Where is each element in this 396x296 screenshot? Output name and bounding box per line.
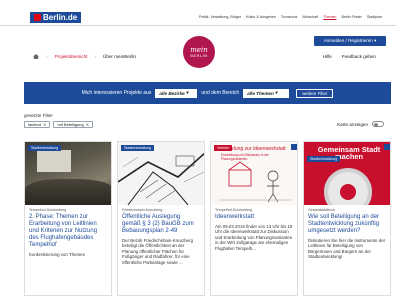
- project-description: Konkretisierung von Themen: [29, 252, 86, 257]
- topic-select-value: alle Themen: [247, 90, 274, 96]
- sketch-drawing: [219, 161, 291, 203]
- project-title[interactable]: 2. Phase: Themen zur Erarbeitung von Lei…: [29, 214, 107, 249]
- topnav-item[interactable]: Stadtplan: [367, 15, 382, 19]
- filter-tag[interactable]: laufend ✕: [24, 121, 51, 128]
- district-select[interactable]: alle Bezirke ▾: [155, 88, 198, 98]
- project-location: Tempelhof-Schöneberg: [215, 208, 253, 212]
- filter-intro-text: Mich interessieren Projekte aus: [81, 90, 152, 96]
- site-plan-drawing: [118, 152, 204, 205]
- project-card[interactable]: Verkehr Einladung zur Ideenwerkstatt Era…: [210, 141, 298, 296]
- category-badge: Stadtentwicklung: [307, 156, 341, 162]
- filter-tag-label: mit Beteiligung: [57, 122, 84, 127]
- filter-tag[interactable]: mit Beteiligung ✕: [53, 121, 94, 128]
- logo-text: Berlin.de: [43, 13, 78, 22]
- top-navigation: Politik, Verwaltung, Bürger Kultur & Aus…: [199, 15, 382, 19]
- project-location: Friedrichshain-Kreuzberg: [122, 208, 163, 212]
- help-link[interactable]: Hilfe: [323, 54, 332, 59]
- berlin-bear-icon: [34, 14, 41, 21]
- brand-city: BERLIN: [190, 53, 208, 58]
- active-filter-tags: laufend ✕ mit Beteiligung ✕: [24, 121, 94, 128]
- top-header: Berlin.de Politik, Verwaltung, Bürger Ku…: [0, 0, 396, 26]
- brand-script: mein: [190, 45, 208, 54]
- filter-tag-label: laufend: [28, 122, 42, 127]
- project-card-list: Stadtentwicklung Tempelhof-Schöneberg 2.…: [24, 141, 391, 296]
- project-title[interactable]: Öffentliche Auslegung gemäß § 3 (2) BauG…: [122, 214, 200, 235]
- project-filter-bar: Mich interessieren Projekte aus alle Bez…: [24, 82, 391, 104]
- gear-graphic: [324, 168, 372, 205]
- breadcrumb: › Projektübersicht › Über meinBerlin: [33, 54, 136, 59]
- feedback-link[interactable]: Feedback geben: [342, 54, 376, 59]
- topnav-item[interactable]: Wirtschaft: [302, 15, 318, 19]
- project-image: Gemeinsam Stadt machen Stadtentwicklung: [304, 142, 390, 205]
- more-filters-button[interactable]: weitere Filter: [296, 88, 334, 98]
- project-card[interactable]: Stadtentwicklung Tempelhof-Schöneberg 2.…: [24, 141, 112, 296]
- photo-screen: [37, 150, 71, 172]
- district-select-value: alle Bezirke: [159, 90, 185, 96]
- meinberlin-logo[interactable]: mein BERLIN: [183, 36, 215, 68]
- home-icon[interactable]: [33, 54, 39, 59]
- breadcrumb-separator: ›: [46, 54, 48, 59]
- berlin-logo[interactable]: Berlin.de: [30, 12, 82, 23]
- breadcrumb-separator: ›: [94, 54, 96, 59]
- category-badge: Stadtentwicklung: [121, 145, 155, 151]
- berlin-logo-box: Berlin.de: [30, 12, 82, 23]
- login-register-button[interactable]: Anmelden / Registrieren ▾: [314, 36, 386, 46]
- topnav-item-active[interactable]: Themen: [323, 15, 336, 19]
- breadcrumb-next[interactable]: Über meinBerlin: [103, 54, 136, 59]
- map-toggle-label: Karte anzeigen: [337, 121, 368, 127]
- project-description: Der Bezirk Friedrichshain-Kreuzberg bete…: [122, 238, 194, 265]
- filter-joiner-text: und dem Bereich: [201, 90, 240, 96]
- project-image: Verkehr Einladung zur Ideenwerkstatt Era…: [211, 142, 297, 205]
- project-description: Am 09.03.2019 findet von 13 Uhr bis 16 U…: [215, 224, 293, 251]
- topnav-item[interactable]: Kultur & Ausgehen: [246, 15, 276, 19]
- bookmark-icon: [291, 144, 297, 150]
- project-location: Tempelhof-Schöneberg: [29, 208, 67, 212]
- project-title[interactable]: Ideenwerkstatt: [215, 214, 293, 221]
- project-card[interactable]: Stadtentwicklung Friedrichshain-Kreuzber…: [117, 141, 205, 296]
- close-icon[interactable]: ✕: [43, 122, 46, 127]
- photo-audience: [25, 179, 111, 205]
- bookmark-icon: [384, 144, 390, 150]
- map-toggle[interactable]: Karte anzeigen: [337, 121, 384, 127]
- topnav-item[interactable]: Politik, Verwaltung, Bürger: [199, 15, 241, 19]
- topic-select[interactable]: alle Themen ▾: [243, 88, 290, 98]
- close-icon[interactable]: ✕: [86, 122, 89, 127]
- breadcrumb-current[interactable]: Projektübersicht: [55, 54, 88, 59]
- project-title[interactable]: Wie soll Beteiligung an der Stadtentwick…: [308, 214, 386, 235]
- project-card[interactable]: Gemeinsam Stadt machen Stadtentwicklung …: [303, 141, 391, 296]
- project-image: Stadtentwicklung: [25, 142, 111, 205]
- toggle-switch[interactable]: [372, 121, 384, 127]
- project-description: Diskutieren Sie hier die Instrumente der…: [308, 238, 386, 260]
- project-image: Stadtentwicklung: [118, 142, 204, 205]
- topnav-item[interactable]: Tourismus: [281, 15, 297, 19]
- set-filters-label: gesetzte Filter: [24, 113, 53, 118]
- category-badge: Verkehr: [214, 145, 233, 151]
- category-badge: Stadtentwicklung: [28, 145, 62, 151]
- topnav-item[interactable]: Berlin Finder: [341, 15, 361, 19]
- project-location: Gesamtstädtisch: [308, 208, 335, 212]
- help-links: Hilfe Feedback geben: [323, 54, 376, 59]
